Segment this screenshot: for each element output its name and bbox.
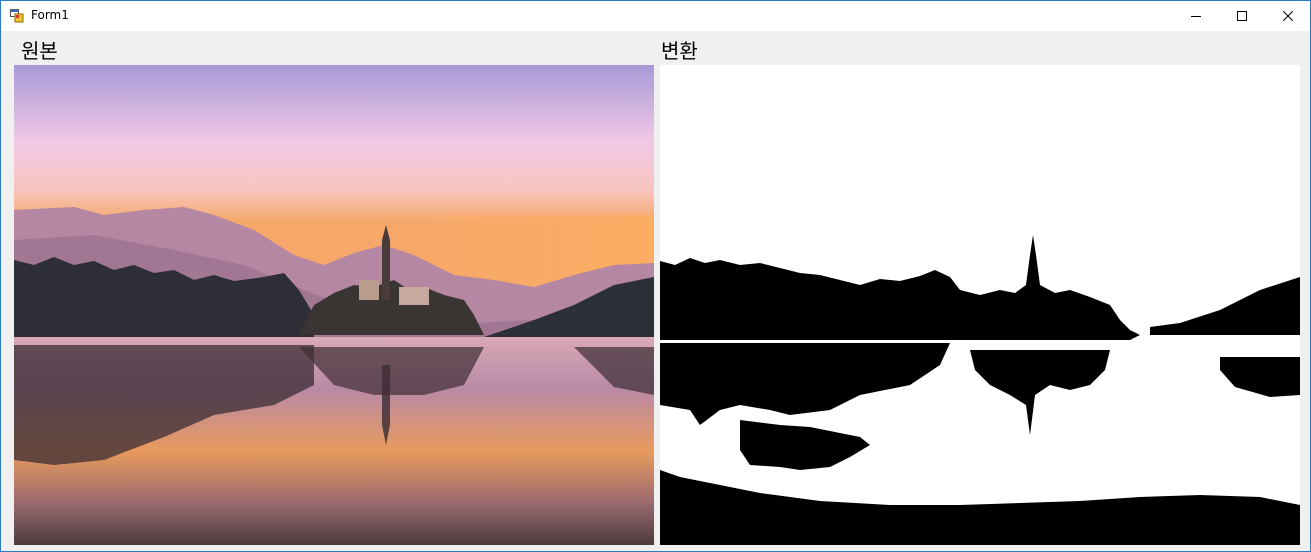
converted-image-label: 변환 xyxy=(661,39,698,63)
app-window: Form1 원본 변환 xyxy=(0,0,1311,552)
converted-picturebox xyxy=(660,65,1300,545)
maximize-icon xyxy=(1237,11,1247,21)
minimize-icon xyxy=(1191,16,1201,17)
winforms-app-icon xyxy=(10,9,24,23)
title-bar[interactable]: Form1 xyxy=(1,1,1310,31)
close-icon xyxy=(1283,11,1293,21)
minimize-button[interactable] xyxy=(1173,1,1219,31)
window-title: Form1 xyxy=(31,8,69,22)
original-picturebox xyxy=(14,65,654,545)
original-image-label: 원본 xyxy=(21,39,58,63)
close-button[interactable] xyxy=(1265,1,1310,31)
maximize-button[interactable] xyxy=(1219,1,1265,31)
